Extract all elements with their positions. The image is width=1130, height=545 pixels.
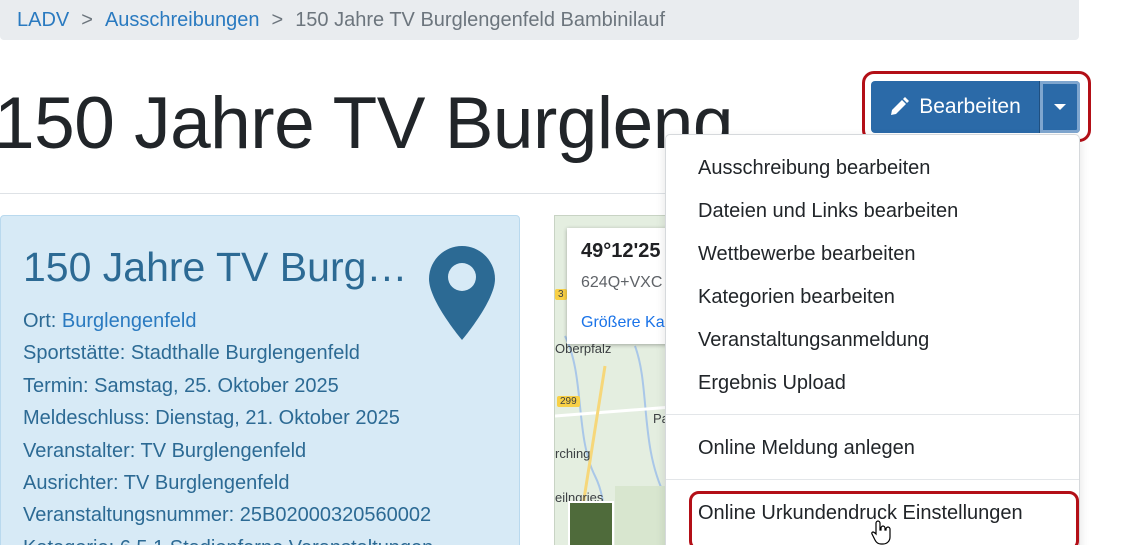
edit-button-group: Bearbeiten	[871, 81, 1080, 133]
card-line-meldeschluss: Meldeschluss: Dienstag, 21. Oktober 2025	[23, 407, 400, 430]
caret-down-icon	[1054, 104, 1066, 110]
breadcrumb-link-ausschreibungen[interactable]: Ausschreibungen	[105, 9, 260, 32]
map-place-label: rching	[555, 446, 591, 461]
card-line-veranstaltungsnummer: Veranstaltungsnummer: 25B02000320560002	[23, 504, 432, 527]
breadcrumb-current: 150 Jahre TV Burglengenfeld Bambinilauf	[295, 8, 666, 31]
breadcrumb-separator: >	[271, 8, 284, 31]
map-pin-icon	[429, 246, 495, 340]
pencil-icon	[891, 97, 910, 115]
card-line-termin: Termin: Samstag, 25. Oktober 2025	[23, 374, 339, 397]
menu-item-dateien-links-bearbeiten[interactable]: Dateien und Links bearbeiten	[698, 200, 958, 223]
edit-dropdown-toggle[interactable]	[1039, 81, 1080, 133]
ort-link[interactable]: Burglengenfeld	[62, 310, 197, 332]
card-title: 150 Jahre TV Burg…	[23, 244, 408, 290]
edit-dropdown-menu: Ausschreibung bearbeiten Dateien und Lin…	[665, 134, 1080, 545]
page: LADV > Ausschreibungen > 150 Jahre TV Bu…	[0, 0, 1130, 545]
ort-label: Ort:	[23, 310, 62, 332]
map-road-label: 3	[555, 289, 567, 300]
hand-cursor-icon	[871, 520, 891, 545]
card-line-veranstalter: Veranstalter: TV Burglengenfeld	[23, 439, 307, 462]
menu-item-wettbewerbe-bearbeiten[interactable]: Wettbewerbe bearbeiten	[698, 243, 916, 266]
edit-button-label: Bearbeiten	[919, 95, 1021, 118]
menu-item-ausschreibung-bearbeiten[interactable]: Ausschreibung bearbeiten	[698, 157, 930, 180]
card-line-ausrichter: Ausrichter: TV Burglengenfeld	[23, 472, 290, 495]
card-line-ort: Ort: Burglengenfeld	[23, 305, 433, 337]
menu-divider	[666, 479, 1079, 480]
larger-map-link[interactable]: Größere Ka	[581, 314, 665, 332]
map-road-label: 299	[557, 396, 580, 407]
card-line-sportstaette: Sportstätte: Stadthalle Burglengenfeld	[23, 342, 360, 365]
breadcrumb: LADV > Ausschreibungen > 150 Jahre TV Bu…	[0, 0, 1079, 40]
page-title: 150 Jahre TV Burgleng	[0, 83, 733, 164]
event-info-card: 150 Jahre TV Burg… Ort: Burglengenfeld S…	[0, 215, 520, 545]
menu-item-online-meldung[interactable]: Online Meldung anlegen	[698, 437, 915, 460]
map-coordinate: 49°12'25	[581, 240, 661, 262]
map-plus-code: 624Q+VXC	[581, 274, 663, 291]
menu-item-ergebnis-upload[interactable]: Ergebnis Upload	[698, 372, 846, 395]
edit-button[interactable]: Bearbeiten	[871, 81, 1039, 133]
breadcrumb-link-ladv[interactable]: LADV	[17, 9, 69, 32]
card-line-kategorie: Kategorie: 6.5.1 Stadionferne Veranstalt…	[23, 532, 433, 545]
menu-divider	[666, 414, 1079, 415]
map-satellite-toggle[interactable]	[568, 501, 614, 545]
title-divider	[0, 193, 665, 194]
breadcrumb-separator: >	[81, 8, 93, 31]
menu-item-kategorien-bearbeiten[interactable]: Kategorien bearbeiten	[698, 286, 895, 309]
menu-item-veranstaltungsanmeldung[interactable]: Veranstaltungsanmeldung	[698, 329, 929, 352]
card-details: Ort: Burglengenfeld Sportstätte: Stadtha…	[23, 305, 433, 545]
